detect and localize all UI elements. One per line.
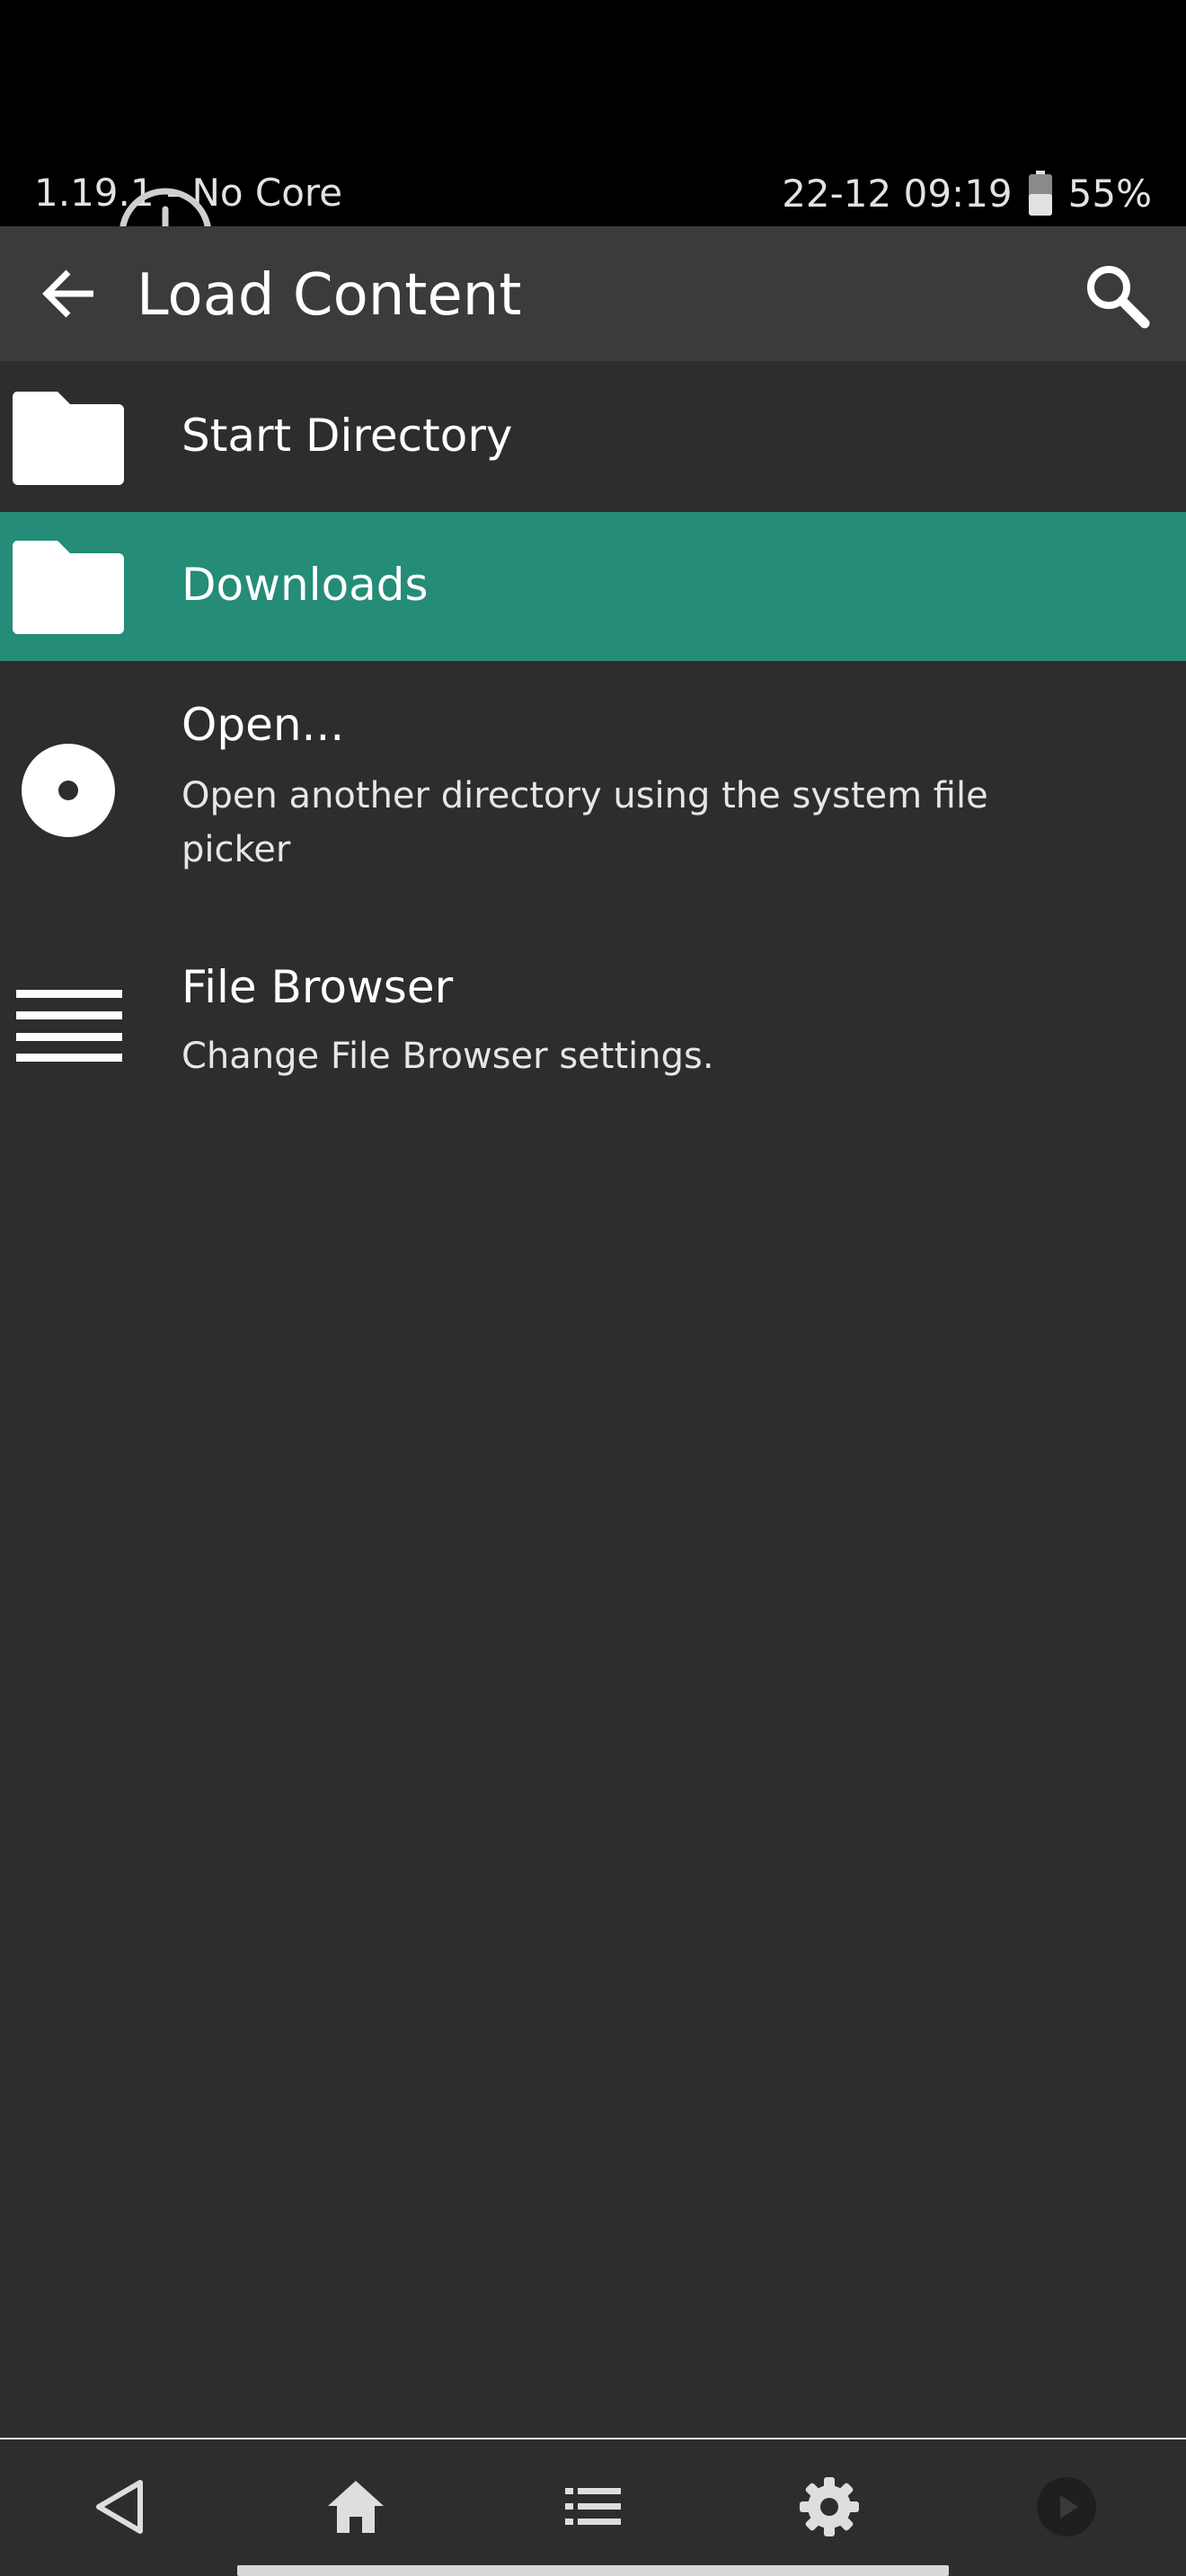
- menu-item-downloads[interactable]: Downloads: [0, 512, 1186, 661]
- playlist-icon[interactable]: [562, 2475, 624, 2538]
- settings-icon[interactable]: [798, 2475, 861, 2538]
- home-icon[interactable]: [324, 2475, 387, 2538]
- menu-item-start-directory[interactable]: Start Directory: [0, 363, 1186, 512]
- status-right-group: 22-12 09:19 55%: [782, 171, 1152, 216]
- search-icon[interactable]: [1082, 260, 1150, 329]
- nav-back-icon[interactable]: [88, 2475, 151, 2538]
- folder-icon: [12, 392, 125, 485]
- folder-icon: [12, 541, 125, 634]
- app-bar: Load Content: [0, 226, 1186, 361]
- menu-item-label: File Browser: [181, 961, 454, 1013]
- menu-item-sublabel: Change File Browser settings.: [181, 1036, 714, 1077]
- status-battery-percent: 55%: [1067, 171, 1152, 216]
- status-datetime: 22-12 09:19: [782, 171, 1013, 216]
- list-icon: [16, 990, 122, 1062]
- menu-item-file-browser[interactable]: File Browser Change File Browser setting…: [0, 943, 1186, 1123]
- play-icon[interactable]: [1035, 2475, 1098, 2538]
- home-indicator[interactable]: [237, 2565, 949, 2576]
- back-arrow-icon[interactable]: [36, 260, 104, 328]
- bottom-navigation: [0, 2439, 1186, 2576]
- disc-icon: [22, 744, 115, 837]
- battery-icon: [1028, 171, 1052, 216]
- menu-item-label: Start Directory: [181, 410, 513, 462]
- menu-item-label: Downloads: [181, 559, 429, 611]
- page-title: Load Content: [137, 262, 522, 329]
- menu-item-open[interactable]: Open... Open another directory using the…: [0, 661, 1186, 895]
- menu-item-label: Open...: [181, 699, 345, 751]
- menu-item-sublabel: Open another directory using the system …: [181, 775, 988, 870]
